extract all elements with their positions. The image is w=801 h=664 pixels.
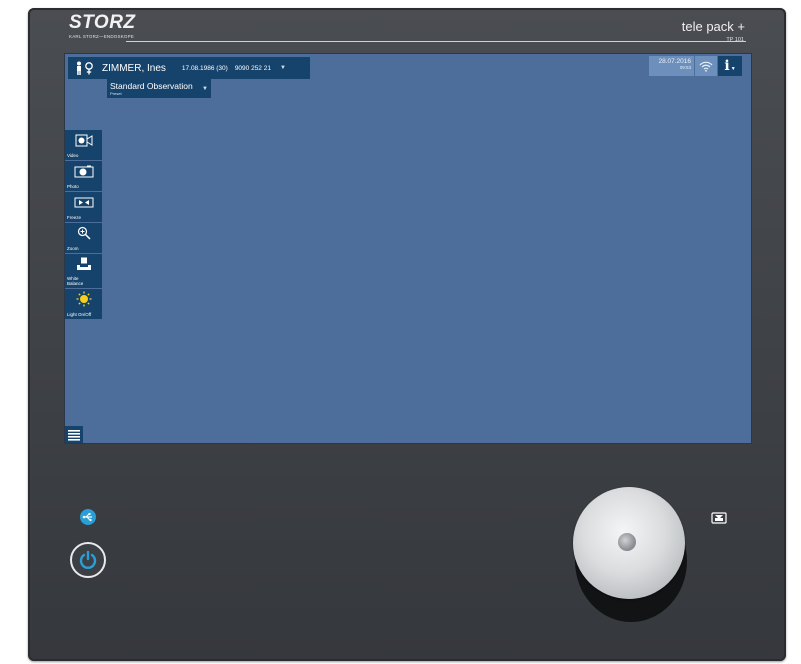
white-balance-button[interactable]: White Balance: [65, 254, 102, 289]
light-button[interactable]: Light On/Off: [65, 289, 102, 320]
usb-connector-icon: [80, 509, 96, 525]
date-time-display: 28.07.2016 09:53: [649, 56, 694, 76]
patient-id: 9090 252 21: [234, 64, 271, 72]
brand-subtitle: KARL STORZ—ENDOSKOPE: [69, 34, 135, 39]
info-button[interactable]: i ▼: [718, 56, 742, 76]
patient-name: ZIMMER, Ines: [102, 62, 166, 74]
white-balance-icon: [65, 257, 102, 271]
date-text: 28.07.2016: [658, 58, 691, 65]
freeze-icon: [65, 195, 102, 209]
light-icon: [65, 291, 102, 307]
image-card-icon: [710, 511, 728, 525]
preset-chevron-icon: ▼: [202, 86, 208, 92]
zoom-label: Zoom: [67, 246, 79, 251]
freeze-button[interactable]: Freeze: [65, 192, 102, 223]
time-text: 09:53: [679, 65, 691, 70]
video-button[interactable]: Video: [65, 130, 102, 161]
preset-subtitle: Preset: [110, 91, 122, 96]
info-icon: i: [724, 58, 730, 74]
power-icon: [79, 550, 97, 569]
white-balance-label: White Balance: [67, 276, 84, 286]
brand-divider: [126, 41, 746, 42]
patient-bar[interactable]: ZIMMER, Ines 17.08.1986 (30) 9090 252 21…: [68, 57, 310, 79]
product-name: tele pack +: [681, 19, 745, 34]
camera-icon: [65, 164, 102, 178]
patient-dob: 17.08.1986 (30): [181, 64, 228, 72]
video-camera-icon: [65, 133, 102, 147]
hamburger-menu-icon: [68, 430, 80, 441]
function-toolbar: Video Photo Freeze Zoom White Balance Li…: [65, 130, 102, 320]
patient-dropdown-chevron-icon: ▼: [279, 65, 286, 71]
brand-logo: STORZ: [69, 12, 136, 33]
product-model: TP 101: [726, 37, 744, 43]
wifi-button[interactable]: [695, 56, 717, 76]
zoom-icon: [65, 226, 102, 240]
display-screen: ZIMMER, Ines 17.08.1986 (30) 9090 252 21…: [64, 53, 752, 444]
control-knob-center[interactable]: [618, 533, 636, 551]
info-chevron-icon: ▼: [730, 66, 736, 72]
freeze-label: Freeze: [67, 215, 82, 220]
preset-selector[interactable]: Standard Observation Preset ▼: [107, 79, 211, 98]
wifi-icon: [699, 61, 713, 72]
photo-button[interactable]: Photo: [65, 161, 102, 192]
power-button[interactable]: [70, 542, 106, 578]
photo-label: Photo: [67, 184, 79, 189]
light-label: Light On/Off: [67, 312, 92, 317]
menu-button[interactable]: [65, 426, 83, 443]
preset-title: Standard Observation: [110, 81, 193, 91]
patient-gender-icon: [68, 61, 102, 75]
video-label: Video: [67, 153, 79, 158]
zoom-button[interactable]: Zoom: [65, 223, 102, 254]
